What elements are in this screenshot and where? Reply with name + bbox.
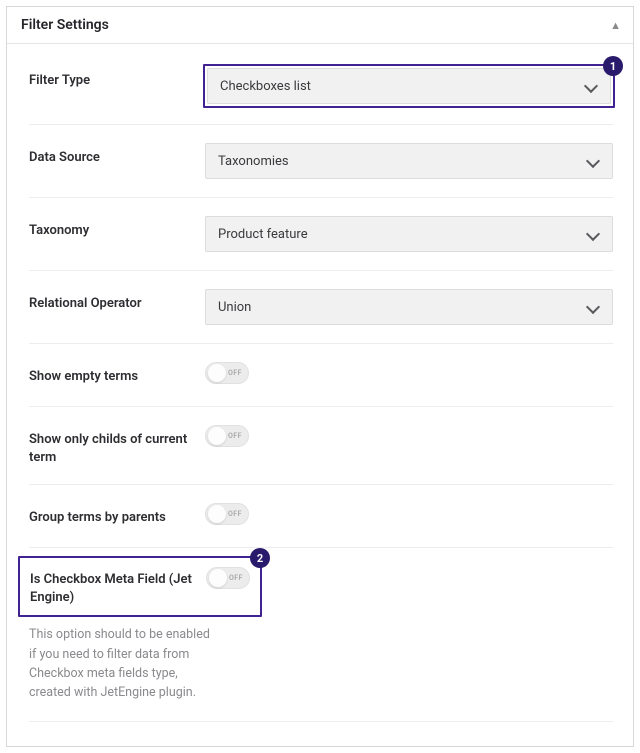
label-group-by-parents: Group terms by parents xyxy=(29,503,205,527)
collapse-icon: ▲ xyxy=(610,20,621,31)
panel-header[interactable]: Filter Settings ▲ xyxy=(7,7,633,44)
chevron-down-icon xyxy=(586,154,600,168)
help-text-is-checkbox-meta: This option should to be enabled if you … xyxy=(29,621,219,703)
label-taxonomy: Taxonomy xyxy=(29,216,205,240)
label-relational-operator: Relational Operator xyxy=(29,289,205,313)
annotation-badge-1: 1 xyxy=(603,56,623,76)
toggle-group-by-parents[interactable]: OFF xyxy=(205,503,249,525)
select-relational-operator[interactable]: Union xyxy=(205,289,613,325)
row-relational-operator: Relational Operator Union xyxy=(29,271,613,344)
label-is-checkbox-meta: Is Checkbox Meta Field (Jet Engine) xyxy=(30,567,206,606)
toggle-knob-icon xyxy=(208,505,226,523)
filter-settings-panel: Filter Settings ▲ Filter Type 1 Checkbox… xyxy=(6,6,634,747)
select-data-source-value: Taxonomies xyxy=(218,154,289,169)
select-filter-type-value: Checkboxes list xyxy=(220,79,311,94)
toggle-knob-icon xyxy=(209,569,227,587)
toggle-is-checkbox-meta[interactable]: OFF xyxy=(206,567,250,589)
toggle-off-label: OFF xyxy=(229,574,243,582)
toggle-knob-icon xyxy=(208,427,226,445)
chevron-down-icon xyxy=(584,79,598,93)
row-filter-type: Filter Type 1 Checkboxes list xyxy=(29,48,613,125)
select-data-source[interactable]: Taxonomies xyxy=(205,143,613,179)
label-data-source: Data Source xyxy=(29,143,205,167)
row-is-checkbox-meta: 2 Is Checkbox Meta Field (Jet Engine) OF… xyxy=(29,548,613,722)
select-relational-operator-value: Union xyxy=(218,300,251,315)
label-show-empty: Show empty terms xyxy=(29,362,205,386)
row-group-by-parents: Group terms by parents OFF xyxy=(29,485,613,548)
select-taxonomy[interactable]: Product feature xyxy=(205,216,613,252)
label-filter-type: Filter Type xyxy=(29,66,205,90)
toggle-off-label: OFF xyxy=(228,369,242,377)
chevron-down-icon xyxy=(586,300,600,314)
row-show-childs: Show only childs of current term OFF xyxy=(29,407,613,485)
row-show-empty: Show empty terms OFF xyxy=(29,344,613,407)
panel-body: Filter Type 1 Checkboxes list Data Sourc… xyxy=(7,44,633,746)
chevron-down-icon xyxy=(586,227,600,241)
annotation-badge-2: 2 xyxy=(250,548,270,568)
toggle-knob-icon xyxy=(208,364,226,382)
select-filter-type[interactable]: Checkboxes list xyxy=(207,68,611,104)
select-taxonomy-value: Product feature xyxy=(218,227,308,242)
row-taxonomy: Taxonomy Product feature xyxy=(29,198,613,271)
toggle-show-childs[interactable]: OFF xyxy=(205,425,249,447)
label-show-childs: Show only childs of current term xyxy=(29,425,205,466)
toggle-off-label: OFF xyxy=(228,510,242,518)
row-data-source: Data Source Taxonomies xyxy=(29,125,613,198)
panel-title: Filter Settings xyxy=(21,17,109,33)
toggle-off-label: OFF xyxy=(228,432,242,440)
annotation-2: 2 Is Checkbox Meta Field (Jet Engine) OF… xyxy=(18,556,262,617)
toggle-show-empty[interactable]: OFF xyxy=(205,362,249,384)
annotation-1: 1 Checkboxes list xyxy=(203,64,615,108)
